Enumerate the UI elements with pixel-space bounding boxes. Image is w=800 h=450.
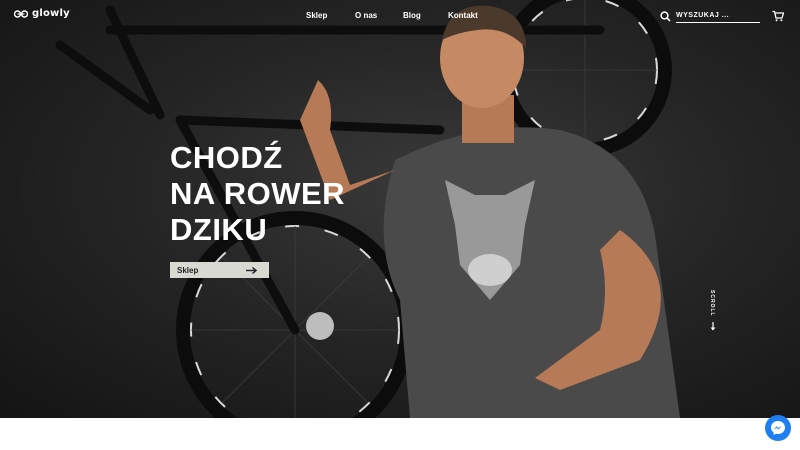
search-input[interactable] (676, 9, 760, 23)
messenger-icon (771, 421, 785, 435)
arrow-down-icon (710, 322, 716, 331)
hero-headline: CHODŹ NA ROWER DZIKU (170, 140, 345, 248)
search-icon[interactable] (660, 10, 671, 22)
shop-cta-label: Sklep (177, 265, 199, 275)
chat-button[interactable] (765, 415, 791, 441)
search-box (660, 9, 760, 23)
arrow-right-icon (246, 266, 257, 274)
nav-item-kontakt[interactable]: Kontakt (448, 11, 478, 20)
scroll-label: SCROLL (709, 290, 715, 317)
nav-item-blog[interactable]: Blog (403, 11, 421, 20)
hero-photo (55, 0, 680, 418)
scroll-indicator[interactable]: SCROLL (706, 290, 720, 334)
nav-item-o-nas[interactable]: O nas (355, 11, 377, 20)
cart-icon[interactable] (772, 10, 784, 22)
hero-section: glowly Sklep O nas Blog Kontakt CHODŹ NA… (0, 0, 800, 418)
nav-item-sklep[interactable]: Sklep (306, 11, 327, 20)
headline-line-1: CHODŹ (170, 140, 283, 175)
top-navigation: glowly Sklep O nas Blog Kontakt (0, 0, 800, 34)
headline-line-3: DZIKU (170, 211, 268, 247)
headline-line-2: NA ROWER (170, 175, 346, 211)
shop-cta-button[interactable]: Sklep (170, 262, 269, 278)
